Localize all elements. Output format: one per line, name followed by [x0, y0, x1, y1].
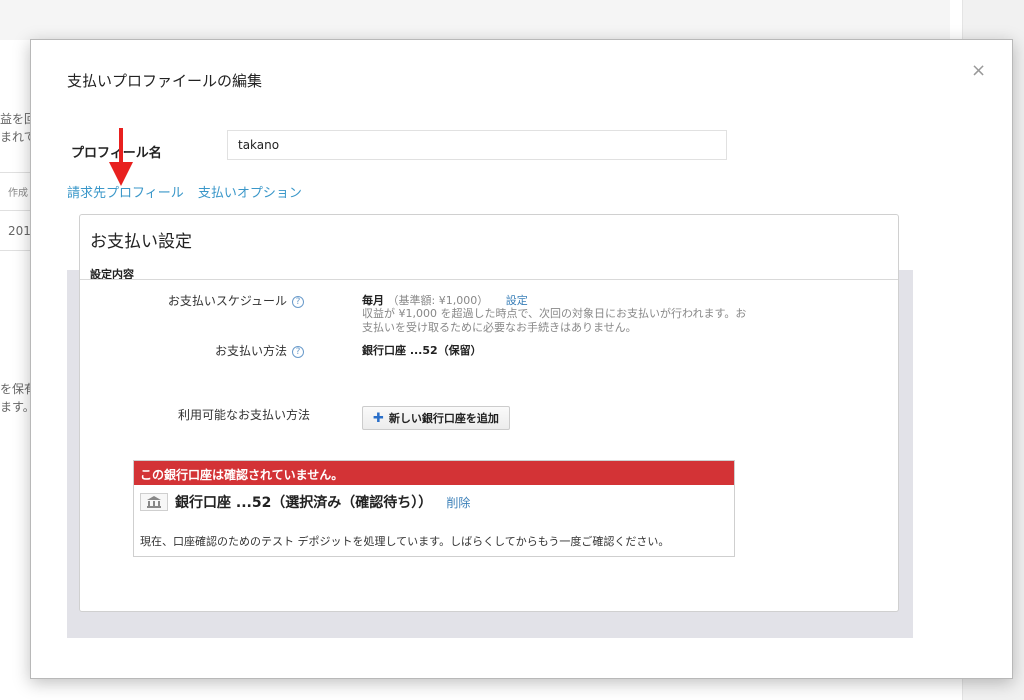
- schedule-base-amount: （基準額: ¥1,000）: [387, 294, 489, 307]
- method-label: お支払い方法: [214, 344, 287, 358]
- bank-icon: [140, 493, 168, 511]
- background-header: [0, 0, 950, 40]
- bank-account-row: 銀行口座 ...52（選択済み（確認待ち）） 削除: [140, 492, 470, 512]
- add-bank-account-label: 新しい銀行口座を追加: [388, 412, 499, 425]
- background-divider: [0, 210, 34, 211]
- warning-message: 現在、口座確認のためのテスト デポジットを処理しています。しばらくしてからもう一…: [140, 535, 670, 548]
- method-row-label: お支払い方法?: [215, 342, 304, 359]
- unverified-bank-warning: この銀行口座は確認されていません。 銀行口座 ...52（選択済み（確認待ち））…: [133, 460, 735, 557]
- background-text: まれて: [0, 130, 34, 144]
- plus-icon: ✚: [373, 410, 384, 426]
- payment-options-link[interactable]: 支払いオプション: [198, 186, 302, 201]
- payment-settings-panel: お支払い設定 設定内容 お支払いスケジュール? 毎月 （基準額: ¥1,000）…: [79, 214, 899, 612]
- schedule-row-label: お支払いスケジュール?: [168, 292, 304, 309]
- help-circle-icon[interactable]: ?: [292, 346, 304, 358]
- billing-profile-link[interactable]: 請求先プロフィール: [67, 186, 184, 201]
- edit-payment-profile-dialog: 支払いプロファイールの編集 × プロフィール名 請求先プロフィール 支払いオプシ…: [30, 39, 1013, 679]
- profile-name-input[interactable]: [227, 130, 727, 160]
- schedule-label: お支払いスケジュール: [167, 294, 287, 308]
- dialog-title: 支払いプロファイールの編集: [67, 72, 263, 90]
- schedule-value: 毎月 （基準額: ¥1,000） 設定: [362, 292, 528, 308]
- close-icon[interactable]: ×: [971, 60, 986, 81]
- background-text: を保有: [0, 382, 34, 396]
- bank-account-title: 銀行口座 ...52（選択済み（確認待ち））: [175, 495, 433, 511]
- background-text: 益を回: [0, 112, 34, 126]
- panel-title: お支払い設定: [90, 232, 192, 252]
- background-divider: [0, 172, 34, 173]
- red-down-arrow-icon: [109, 128, 133, 186]
- available-methods-label: 利用可能なお支払い方法: [177, 408, 310, 422]
- add-bank-account-button[interactable]: ✚ 新しい銀行口座を追加: [362, 406, 510, 430]
- section-divider: [80, 279, 898, 280]
- payment-method-value: 銀行口座 ...52（保留）: [362, 344, 482, 357]
- help-circle-icon[interactable]: ?: [292, 296, 304, 308]
- schedule-settings-link[interactable]: 設定: [506, 294, 528, 307]
- warning-header: この銀行口座は確認されていません。: [134, 461, 734, 485]
- schedule-frequency: 毎月: [362, 294, 384, 307]
- profile-nav-links: 請求先プロフィール 支払いオプション: [67, 182, 312, 201]
- delete-bank-link[interactable]: 削除: [446, 494, 470, 511]
- background-divider: [0, 250, 34, 251]
- background-text: ます。: [0, 400, 34, 414]
- schedule-description: 収益が ¥1,000 を超過した時点で、次回の対象日にお支払いが行われます。お支…: [362, 307, 747, 334]
